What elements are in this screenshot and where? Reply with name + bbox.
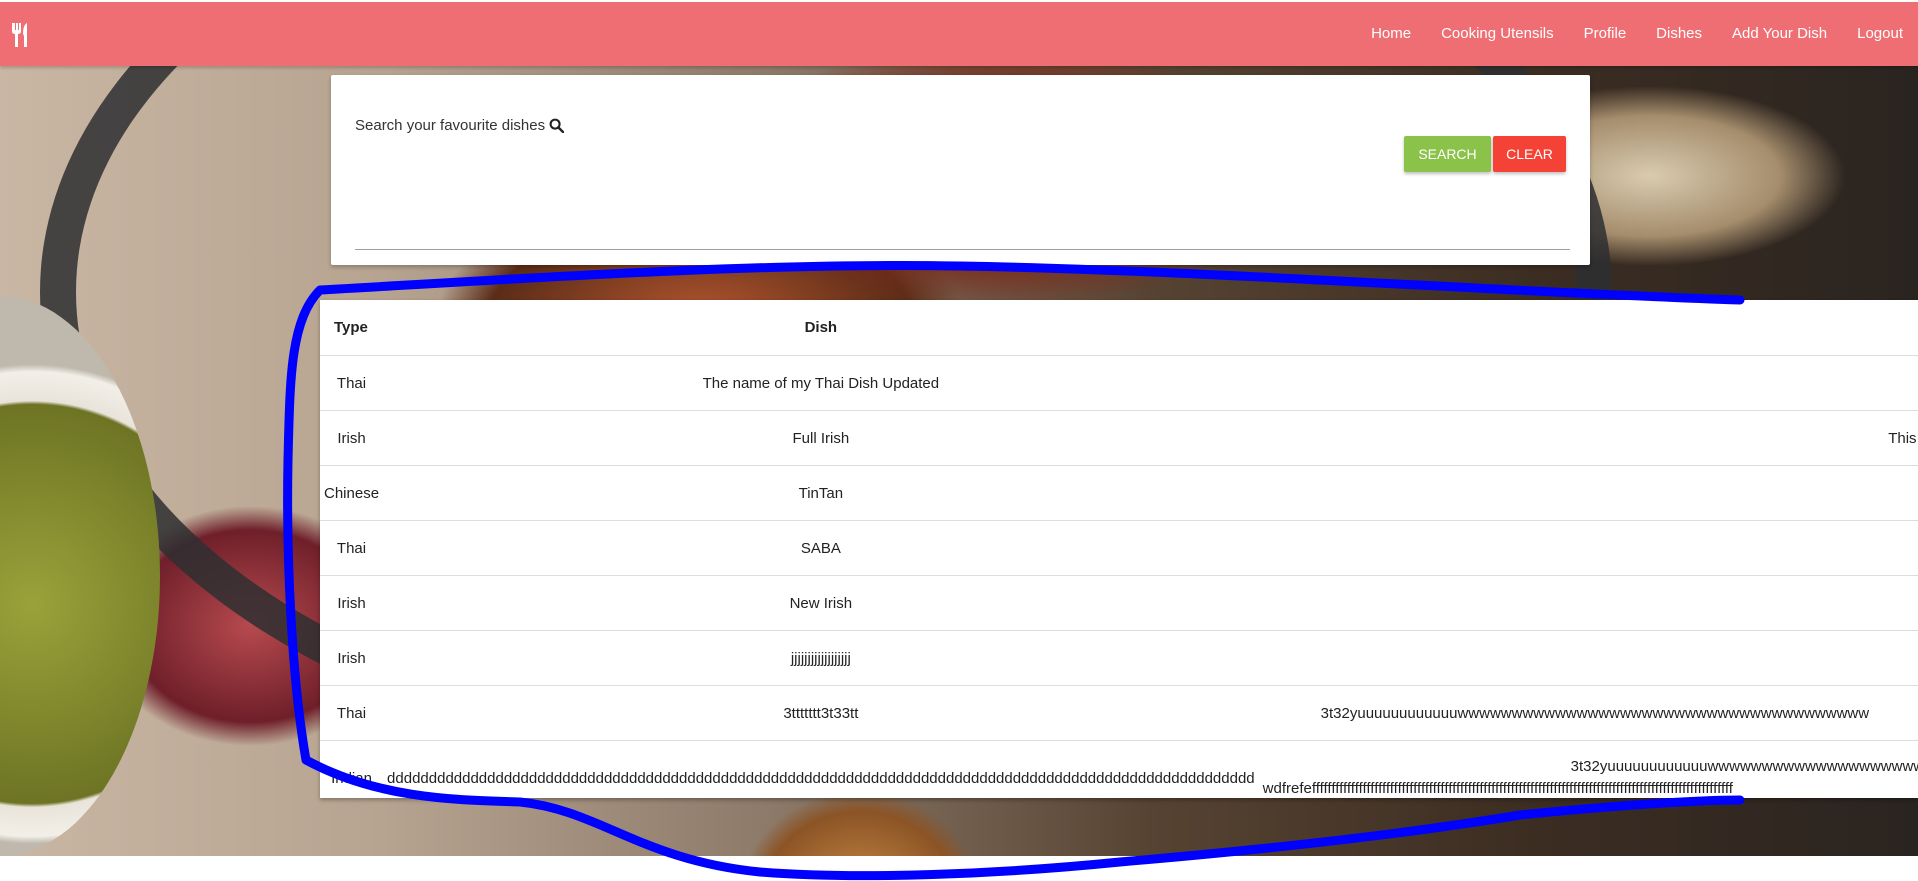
navbar: Home Cooking Utensils Profile Dishes Add… bbox=[0, 2, 1918, 66]
table-row[interactable]: Irish jjjjjjjjjjjjjjjjjj bbox=[320, 630, 1918, 686]
nav-logout[interactable]: Logout bbox=[1842, 2, 1918, 66]
cell-description bbox=[1258, 355, 1918, 411]
cell-type: Thai bbox=[320, 520, 384, 576]
table-row[interactable]: Indian ddddddddddddddddddddddddddddddddd… bbox=[320, 740, 1918, 798]
description-wrapper: 3t32yuuuuuuuuuuuuwwwwwwwwwwwwwwwwwwwwwww… bbox=[1263, 756, 1918, 798]
nav-cooking-utensils[interactable]: Cooking Utensils bbox=[1426, 2, 1569, 66]
cell-dish: SABA bbox=[383, 520, 1259, 576]
table-row[interactable]: Chinese TinTan bbox=[320, 465, 1918, 521]
header-dish: Dish bbox=[383, 300, 1259, 356]
cell-description: This is how you make bbox=[1258, 410, 1918, 466]
cell-type: Chinese bbox=[320, 465, 384, 521]
description-line-1: 3t32yuuuuuuuuuuuuwwwwwwwwwwwwwwwwwwwwwww… bbox=[1570, 758, 1918, 775]
table-row[interactable]: Irish New Irish bbox=[320, 575, 1918, 631]
cell-dish: New Irish bbox=[383, 575, 1259, 631]
cell-description bbox=[1258, 630, 1918, 686]
table-row[interactable]: Irish Full Irish This is how you make bbox=[320, 410, 1918, 466]
table-header-row: Type Dish bbox=[320, 300, 1918, 356]
search-card: Search your favourite dishes SEARCH CLEA… bbox=[331, 75, 1590, 265]
nav-links: Home Cooking Utensils Profile Dishes Add… bbox=[1356, 2, 1918, 66]
nav-profile[interactable]: Profile bbox=[1569, 2, 1642, 66]
dishes-table-card: Type Dish Thai The name of my Thai Dish … bbox=[320, 300, 1918, 798]
nav-add-your-dish[interactable]: Add Your Dish bbox=[1717, 2, 1842, 66]
cell-type: Irish bbox=[320, 410, 384, 466]
table-row[interactable]: Thai SABA bbox=[320, 520, 1918, 576]
cell-dish: The name of my Thai Dish Updated bbox=[383, 355, 1259, 411]
dishes-table: Type Dish Thai The name of my Thai Dish … bbox=[320, 300, 1918, 798]
cell-description bbox=[1258, 520, 1918, 576]
cell-description: 3t32yuuuuuuuuuuuuwwwwwwwwwwwwwwwwwwwwwww… bbox=[1258, 685, 1918, 741]
cell-dish: 3ttttttt3t33tt bbox=[383, 685, 1259, 741]
cell-type: Irish bbox=[320, 630, 384, 686]
cell-type: Thai bbox=[320, 355, 384, 411]
nav-home[interactable]: Home bbox=[1356, 2, 1426, 66]
search-input[interactable] bbox=[355, 225, 1570, 250]
table-row[interactable]: Thai The name of my Thai Dish Updated bbox=[320, 355, 1918, 411]
cell-dish: dddddddddddddddddddddddddddddddddddddddd… bbox=[383, 740, 1259, 798]
table-row[interactable]: Thai 3ttttttt3t33tt 3t32yuuuuuuuuuuuuwww… bbox=[320, 685, 1918, 741]
cell-type: Indian bbox=[320, 740, 384, 798]
header-type: Type bbox=[320, 300, 384, 356]
cell-dish: TinTan bbox=[383, 465, 1259, 521]
cell-description bbox=[1258, 465, 1918, 521]
clear-button[interactable]: CLEAR bbox=[1493, 136, 1566, 172]
search-icon bbox=[549, 118, 565, 133]
search-label-text: Search your favourite dishes bbox=[355, 117, 546, 134]
nav-dishes[interactable]: Dishes bbox=[1641, 2, 1717, 66]
cell-description bbox=[1258, 575, 1918, 631]
description-line-2: wdfrefefffffffffffffffffffffffffffffffff… bbox=[1262, 780, 1733, 797]
search-label: Search your favourite dishes bbox=[355, 117, 565, 134]
fork-knife-icon[interactable] bbox=[9, 22, 33, 48]
cell-description: 3t32yuuuuuuuuuuuuwwwwwwwwwwwwwwwwwwwwwww… bbox=[1258, 740, 1918, 798]
cell-dish: Full Irish bbox=[383, 410, 1259, 466]
search-button[interactable]: SEARCH bbox=[1404, 136, 1491, 172]
cell-type: Irish bbox=[320, 575, 384, 631]
cell-type: Thai bbox=[320, 685, 384, 741]
header-description bbox=[1258, 300, 1918, 356]
cell-dish: jjjjjjjjjjjjjjjjjj bbox=[383, 630, 1259, 686]
